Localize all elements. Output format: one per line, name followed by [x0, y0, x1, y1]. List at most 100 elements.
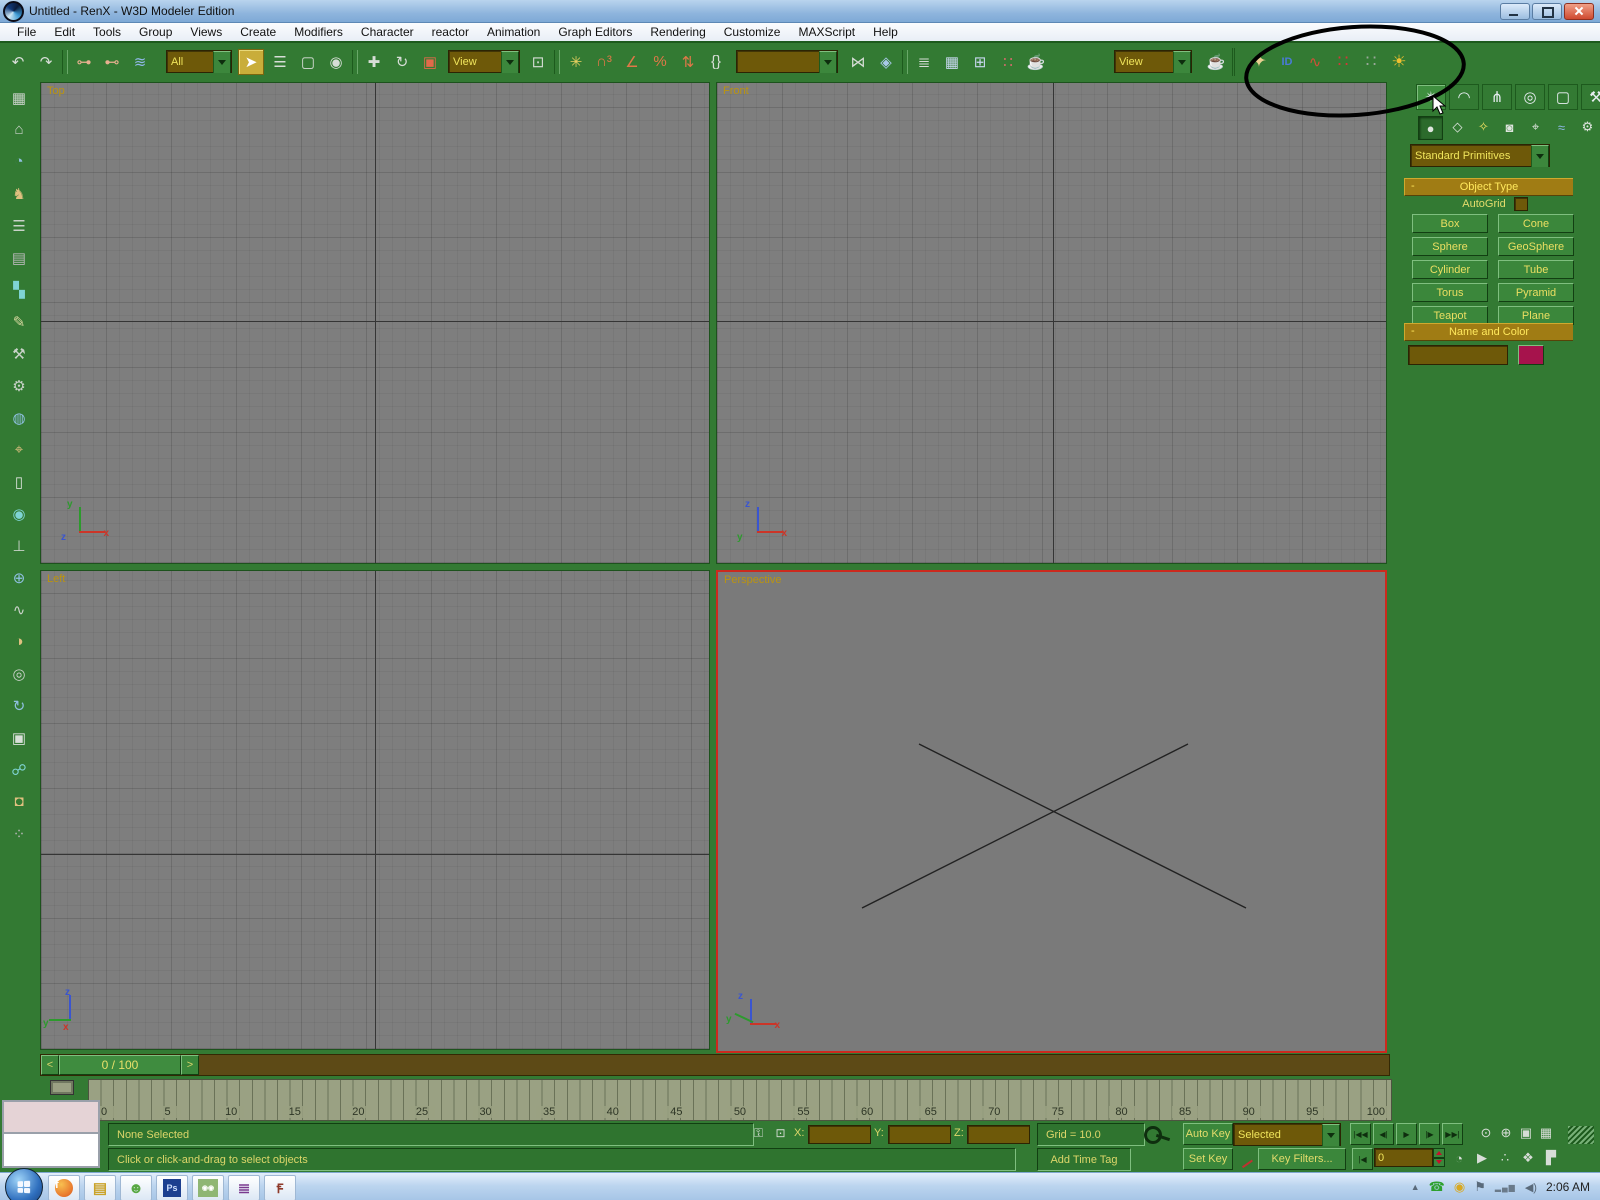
zoom-extents-icon[interactable]: ▣ — [1517, 1123, 1535, 1143]
go-to-end-icon[interactable]: ▶▶| — [1442, 1123, 1463, 1145]
select-by-name-icon[interactable]: ☰ — [268, 50, 292, 74]
viewport-left[interactable]: Left z y x — [40, 570, 710, 1050]
menu-item[interactable]: Create — [231, 24, 285, 40]
cat-geometry-icon[interactable]: ● — [1418, 116, 1443, 140]
set-key-button[interactable]: Set Key — [1183, 1148, 1233, 1170]
w3d-sheet-tool-icon[interactable]: ▣ — [8, 726, 31, 749]
dropdown-arrow-icon[interactable] — [1531, 144, 1549, 167]
menu-item[interactable]: Character — [352, 24, 423, 40]
w3d-bend-tool-icon[interactable]: ◉ — [8, 502, 31, 525]
align-icon[interactable]: ◈ — [874, 50, 898, 74]
frame-number-spinner[interactable]: 0 — [1374, 1148, 1445, 1167]
collapse-icon[interactable]: - — [1411, 180, 1415, 192]
dropdown-arrow-icon[interactable] — [1322, 1123, 1340, 1146]
spinner-up-icon[interactable] — [1433, 1148, 1445, 1158]
w3d-grid-tool-icon[interactable]: ▦ — [8, 86, 31, 109]
toolbar-separator[interactable] — [62, 49, 68, 74]
play-icon[interactable]: ▶ — [1396, 1123, 1417, 1145]
tray-expand-icon[interactable]: ▲ — [1411, 1182, 1420, 1192]
menu-item[interactable]: File — [8, 24, 45, 40]
dropdown-arrow-icon[interactable] — [213, 50, 231, 73]
w3d-probe-tool-icon[interactable]: ☍ — [8, 758, 31, 781]
previous-frame-icon[interactable]: ◀| — [1373, 1123, 1394, 1145]
viewport-front[interactable]: Front z y x — [716, 82, 1387, 564]
selection-filter-dropdown[interactable]: All — [166, 50, 232, 73]
firefox-icon[interactable]: f — [48, 1175, 80, 1200]
render-type-dropdown[interactable]: View — [1114, 50, 1192, 73]
resize-grip[interactable] — [1568, 1126, 1594, 1144]
w3d-monogram-tool-icon[interactable]: ◑ — [8, 630, 31, 653]
object-type-button[interactable]: Cone — [1498, 214, 1574, 233]
next-frame-button[interactable]: > — [181, 1055, 199, 1075]
start-button[interactable] — [5, 1168, 43, 1200]
w3d-material-icon[interactable]: ∷ — [1331, 50, 1355, 74]
network-signal-icon[interactable]: ▂▄▆ — [1495, 1183, 1516, 1192]
select-and-link-icon[interactable]: ⊶ — [72, 50, 96, 74]
go-start-mini-icon[interactable]: |◀ — [1352, 1148, 1373, 1170]
object-category-dropdown[interactable]: Standard Primitives — [1410, 144, 1550, 167]
dropdown-arrow-icon[interactable] — [501, 50, 519, 73]
winrar-icon[interactable]: ≣ — [228, 1175, 260, 1200]
w3d-duck-tool-icon[interactable]: ♞ — [8, 182, 31, 205]
w3d-walk-tool-icon[interactable]: ☰ — [8, 214, 31, 237]
cat-lights-icon[interactable]: ✧ — [1472, 116, 1495, 138]
menu-item[interactable]: Edit — [45, 24, 84, 40]
rectangular-selection-icon[interactable]: ▢ — [296, 50, 320, 74]
key-mode-dropdown[interactable]: Selected — [1233, 1123, 1341, 1146]
layer-manager-icon[interactable]: ≣ — [912, 50, 936, 74]
w3d-doc-tool-icon[interactable]: ▯ — [8, 470, 31, 493]
object-type-button[interactable]: Cylinder — [1412, 260, 1488, 279]
maxscript-mini-listener[interactable] — [2, 1132, 100, 1168]
curve-editor-icon[interactable]: ▦ — [940, 50, 964, 74]
object-type-button[interactable]: Sphere — [1412, 237, 1488, 256]
maximize-viewport-toggle-icon[interactable]: ▛ — [1542, 1148, 1560, 1168]
w3d-ring-tool-icon[interactable]: ◎ — [8, 662, 31, 685]
volume-icon[interactable]: ◀) — [1525, 1181, 1537, 1194]
phone-status-icon[interactable]: ☎ — [1429, 1179, 1445, 1195]
cd-drive-icon[interactable]: ◉ — [1454, 1179, 1465, 1195]
tab-utilities-icon[interactable]: ⚒ — [1581, 84, 1600, 110]
w3d-bone-link-icon[interactable]: ∿ — [1303, 50, 1327, 74]
go-to-start-icon[interactable]: |◀◀ — [1350, 1123, 1371, 1145]
material-editor-icon[interactable]: ∷ — [996, 50, 1020, 74]
dropdown-arrow-icon[interactable] — [819, 50, 837, 73]
menu-item[interactable]: MAXScript — [789, 24, 864, 40]
absolute-mode-icon[interactable]: ⊡ — [772, 1124, 789, 1142]
object-color-swatch[interactable] — [1518, 345, 1544, 365]
font-tool-icon[interactable]: Ꞙ — [264, 1175, 296, 1200]
set-key-toggle-icon[interactable] — [1236, 1150, 1252, 1168]
undo-icon[interactable]: ↶ — [6, 50, 30, 74]
minimize-button[interactable] — [1500, 3, 1530, 20]
object-name-field[interactable] — [1408, 345, 1508, 365]
menu-item[interactable]: Tools — [84, 24, 130, 40]
w3d-id-icon[interactable]: ID — [1275, 50, 1299, 74]
select-and-move-icon[interactable]: ✚ — [362, 50, 386, 74]
close-button[interactable] — [1564, 3, 1594, 20]
autogrid-checkbox[interactable] — [1513, 197, 1528, 211]
toolbar-separator[interactable] — [1232, 47, 1243, 76]
dropdown-arrow-icon[interactable] — [1173, 50, 1191, 73]
w3d-assign-id-icon[interactable]: ∷ — [1359, 50, 1383, 74]
tab-hierarchy-icon[interactable]: ⋔ — [1482, 84, 1512, 110]
zoom-all-icon[interactable]: ⊕ — [1497, 1123, 1515, 1143]
spinner-snap-icon[interactable]: ⇅ — [676, 50, 700, 74]
select-object-icon[interactable]: ➤ — [238, 48, 264, 75]
cat-cameras-icon[interactable]: ◙ — [1498, 116, 1521, 138]
w3d-sphere-tool-icon[interactable]: ◔ — [8, 150, 31, 173]
mirror-icon[interactable]: ⋈ — [846, 50, 870, 74]
object-type-button[interactable]: Pyramid — [1498, 283, 1574, 302]
language-flag-icon[interactable]: ⚑ — [1474, 1179, 1486, 1195]
menu-item[interactable]: Help — [864, 24, 907, 40]
messenger-icon[interactable]: ☻ — [120, 1175, 152, 1200]
time-slider-track[interactable]: < 0 / 100 > — [40, 1054, 1390, 1076]
use-pivot-center-icon[interactable]: ⊡ — [526, 50, 550, 74]
w3d-panel-tool-icon[interactable]: ▤ — [8, 246, 31, 269]
menu-item[interactable]: Rendering — [641, 24, 714, 40]
mini-trackbar-toggle[interactable] — [50, 1080, 74, 1095]
tab-create-icon[interactable]: ✴ — [1416, 84, 1446, 110]
w3d-lift-tool-icon[interactable]: ⊥ — [8, 534, 31, 557]
w3d-vertex-color-icon[interactable]: ☀ — [1387, 50, 1411, 74]
quick-render-icon[interactable]: ☕ — [1204, 50, 1228, 74]
motion-gizmo-icon[interactable]: ❖ — [1519, 1148, 1537, 1168]
y-coordinate-field[interactable] — [888, 1125, 951, 1144]
